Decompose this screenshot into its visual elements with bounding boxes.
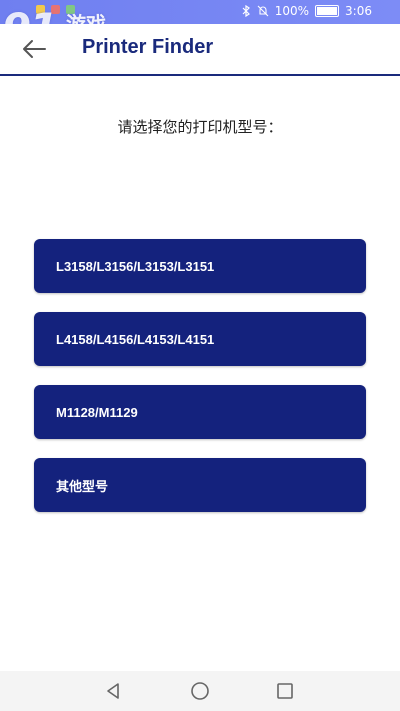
- battery-percent: 100%: [274, 4, 310, 18]
- status-notification-icons: [36, 5, 75, 14]
- model-button-other[interactable]: 其他型号: [34, 458, 366, 512]
- model-button-l4158[interactable]: L4158/L4156/L4153/L4151: [34, 312, 366, 366]
- model-button-label: L3158/L3156/L3153/L3151: [56, 258, 215, 274]
- nav-home-icon[interactable]: [188, 679, 212, 703]
- arrow-left-icon[interactable]: [20, 36, 48, 62]
- status-time: 3:06: [345, 4, 372, 18]
- model-button-label: 其他型号: [56, 478, 109, 494]
- model-button-label: M1128/M1129: [56, 404, 138, 420]
- notification-icon: [66, 5, 75, 14]
- battery-icon: [315, 5, 340, 17]
- model-button-l3158[interactable]: L3158/L3156/L3153/L3151: [34, 239, 366, 293]
- app-bar: Printer Finder: [0, 24, 400, 76]
- model-button-m1128[interactable]: M1128/M1129: [34, 385, 366, 439]
- model-prompt: 请选择您的打印机型号：: [117, 118, 283, 136]
- status-bar: 100% 3:06: [0, 0, 400, 24]
- page-title: Printer Finder: [82, 36, 214, 58]
- notification-icon: [36, 5, 45, 14]
- bluetooth-icon: [242, 5, 250, 17]
- nav-recent-icon[interactable]: [273, 679, 297, 703]
- system-nav-bar: [0, 671, 400, 711]
- nav-back-icon[interactable]: [102, 679, 126, 703]
- mute-icon: [257, 5, 269, 17]
- status-system-icons: 100% 3:06: [241, 4, 372, 18]
- model-button-label: L4158/L4156/L4153/L4151: [56, 331, 215, 347]
- notification-icon: [51, 5, 60, 14]
